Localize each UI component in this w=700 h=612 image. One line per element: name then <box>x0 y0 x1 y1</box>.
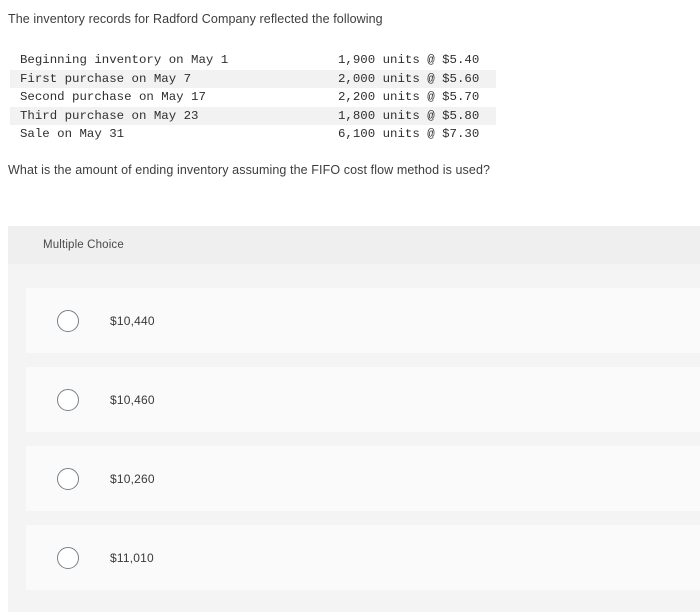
question-prompt: What is the amount of ending inventory a… <box>8 163 491 177</box>
row-detail: 6,100 units @ $7.30 <box>338 127 480 142</box>
row-description: Sale on May 31 <box>20 127 125 142</box>
radio-button-icon[interactable] <box>57 388 79 411</box>
table-row: Sale on May 31 6,100 units @ $7.30 <box>10 125 496 144</box>
choice-option-4[interactable]: $11,010 <box>26 525 700 590</box>
table-row: Beginning inventory on May 1 1,900 units… <box>10 51 496 70</box>
choice-option-label: $10,440 <box>110 313 155 328</box>
table-row: Third purchase on May 23 1,800 units @ $… <box>10 106 496 126</box>
radio-button-icon[interactable] <box>57 546 79 569</box>
multiple-choice-panel: Multiple Choice $10,440 $10,460 $10,260 … <box>8 226 700 612</box>
row-description: Third purchase on May 23 <box>20 108 199 123</box>
inventory-table-body: Beginning inventory on May 1 1,900 units… <box>10 51 496 144</box>
radio-button-icon[interactable] <box>57 467 79 490</box>
choice-option-3[interactable]: $10,260 <box>26 446 700 511</box>
question-stem: The inventory records for Radford Compan… <box>8 12 383 26</box>
radio-button-icon[interactable] <box>57 309 79 332</box>
choice-list: $10,440 $10,460 $10,260 $11,010 <box>8 264 700 590</box>
row-description: First purchase on May 7 <box>20 71 192 86</box>
choice-option-label: $10,260 <box>110 471 155 486</box>
choice-option-label: $11,010 <box>110 550 154 565</box>
choice-option-label: $10,460 <box>110 392 155 407</box>
row-detail: 2,200 units @ $5.70 <box>338 90 480 105</box>
multiple-choice-header-label: Multiple Choice <box>43 239 124 251</box>
table-row: Second purchase on May 17 2,200 units @ … <box>10 88 496 107</box>
table-row: First purchase on May 7 2,000 units @ $5… <box>10 69 496 89</box>
row-description: Beginning inventory on May 1 <box>20 53 229 67</box>
choice-option-2[interactable]: $10,460 <box>26 367 700 432</box>
row-detail: 1,800 units @ $5.80 <box>338 108 480 123</box>
inventory-records-table: Beginning inventory on May 1 1,900 units… <box>10 51 496 144</box>
row-detail: 2,000 units @ $5.60 <box>338 71 480 86</box>
row-detail: 1,900 units @ $5.40 <box>338 53 480 67</box>
multiple-choice-header: Multiple Choice <box>8 226 700 264</box>
choice-option-1[interactable]: $10,440 <box>26 288 700 353</box>
row-description: Second purchase on May 17 <box>20 90 206 105</box>
